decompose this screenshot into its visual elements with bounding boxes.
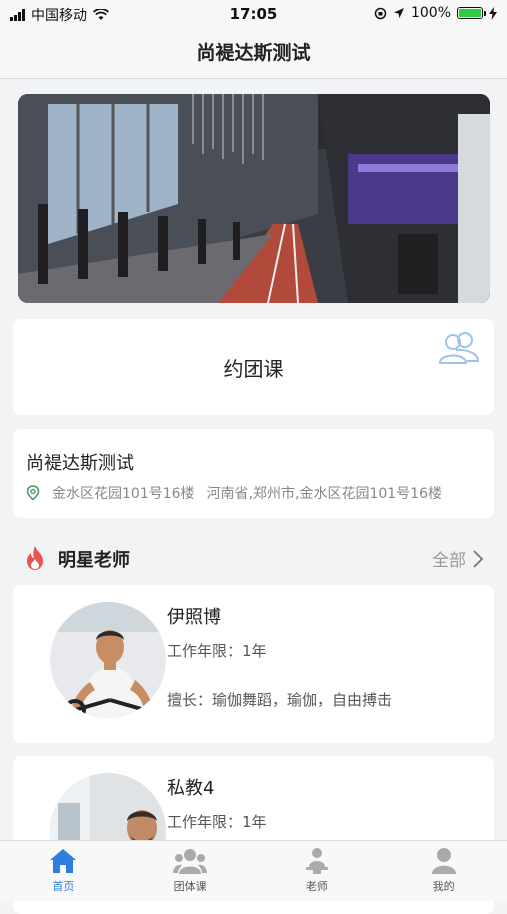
home-icon — [50, 849, 77, 873]
group-users-icon — [438, 332, 480, 364]
section-title: 明星老师 — [58, 550, 130, 571]
location-pin-icon — [26, 485, 40, 501]
teacher-specialties: 擅长：瑜伽舞蹈，瑜伽，自由搏击 — [167, 691, 393, 709]
bottom-tab-bar: 首页 团体课 老师 我的 — [0, 840, 507, 901]
tab-profile[interactable]: 我的 — [380, 841, 507, 901]
group-class-label: 约团课 — [223, 357, 284, 381]
view-all-link[interactable]: 全部 — [432, 546, 484, 571]
teacher-name: 伊照博 — [167, 607, 221, 628]
charging-icon — [489, 6, 497, 20]
store-name: 尚褆达斯测试 — [26, 453, 134, 474]
tab-label: 老师 — [305, 880, 328, 893]
group-class-card[interactable]: 约团课 — [13, 319, 494, 415]
gym-interior-illustration — [18, 94, 490, 303]
status-bar: 中国移动 17:05 100% — [0, 0, 507, 28]
location-arrow-icon — [393, 8, 404, 18]
teacher-card[interactable]: 伊照博 工作年限：1年 擅长：瑜伽舞蹈，瑜伽，自由搏击 — [13, 585, 494, 743]
teacher-name: 私教4 — [167, 778, 215, 799]
teacher-avatar — [50, 602, 166, 718]
teacher-experience: 工作年限：1年 — [167, 813, 267, 831]
battery-icon — [457, 7, 486, 19]
profile-icon — [431, 848, 456, 874]
tab-home[interactable]: 首页 — [0, 841, 127, 901]
chevron-right-icon — [473, 549, 484, 568]
store-address-row: 金水区花园101号16楼 河南省,郑州市,金水区花园101号16楼 — [26, 483, 492, 503]
tab-teacher[interactable]: 老师 — [254, 841, 381, 901]
star-teachers-header: 明星老师 全部 — [24, 543, 484, 573]
teacher-icon — [305, 848, 328, 874]
page-title: 尚褆达斯测试 — [0, 28, 507, 79]
rotation-lock-icon — [374, 7, 387, 19]
tab-label: 团体课 — [173, 880, 207, 893]
tab-label: 首页 — [52, 880, 75, 893]
tab-group-class[interactable]: 团体课 — [127, 841, 254, 901]
teacher-experience: 工作年限：1年 — [167, 642, 267, 660]
battery-percent: 100% — [410, 5, 451, 21]
flame-icon — [27, 546, 43, 570]
group-class-icon — [173, 849, 208, 874]
store-info-card[interactable]: 尚褆达斯测试 金水区花园101号16楼 河南省,郑州市,金水区花园101号16楼 — [13, 429, 494, 518]
store-region: 河南省,郑州市,金水区花园101号16楼 — [206, 486, 442, 502]
view-all-label: 全部 — [432, 551, 466, 571]
tab-label: 我的 — [432, 880, 455, 893]
gym-banner-image[interactable] — [18, 94, 490, 303]
store-address: 金水区花园101号16楼 — [52, 486, 195, 502]
